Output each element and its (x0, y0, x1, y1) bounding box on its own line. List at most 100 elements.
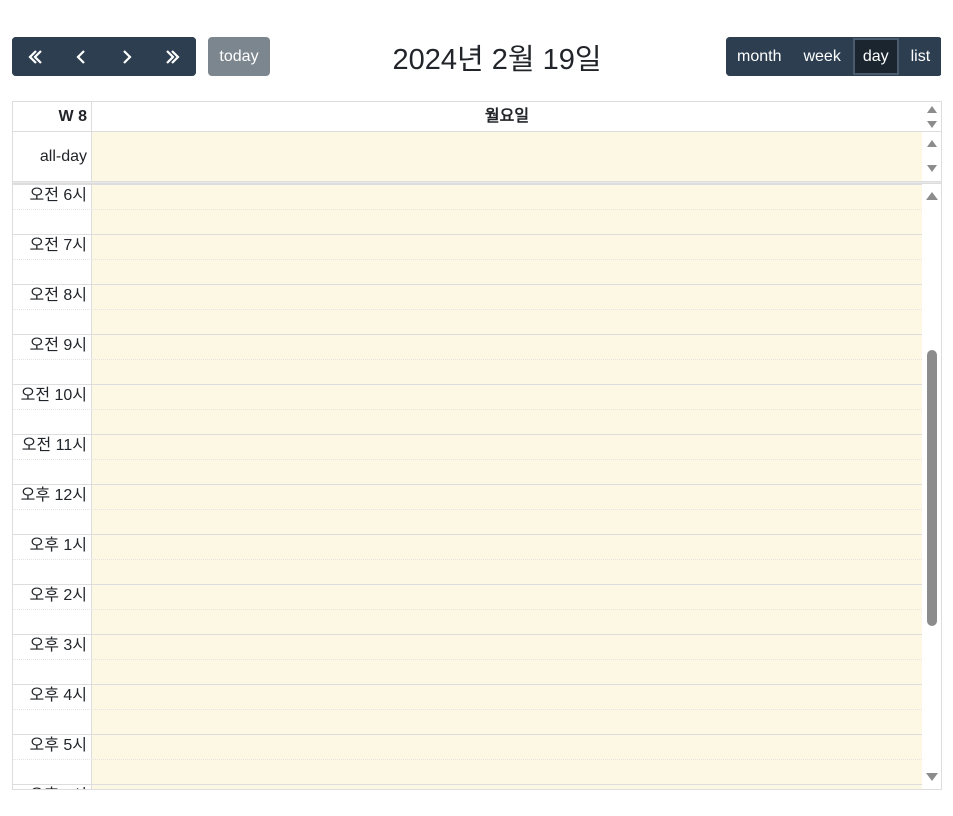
time-label: 오전 7시 (13, 235, 92, 260)
time-slot: 오후 1시 (13, 534, 922, 560)
time-label-empty (13, 610, 92, 635)
prev-year-button[interactable] (12, 37, 58, 76)
time-label: 오후 2시 (13, 585, 92, 610)
view-day-button[interactable]: day (851, 37, 900, 76)
half-hour-slot (13, 459, 922, 485)
time-label: 오후 6시 (13, 785, 92, 789)
view-list-button[interactable]: list (899, 37, 942, 76)
time-slot-lane[interactable] (92, 210, 922, 235)
nav-button-group (12, 37, 196, 76)
calendar-toolbar: today 2024년 2월 19일 month week day list (12, 37, 942, 77)
next-day-button[interactable] (104, 37, 150, 76)
scroll-down-arrow-icon[interactable] (927, 121, 937, 128)
time-slot-lane[interactable] (92, 185, 922, 210)
half-hour-slot (13, 409, 922, 435)
time-label-empty (13, 210, 92, 235)
time-label-empty (13, 460, 92, 485)
chevron-left-icon (76, 49, 85, 64)
time-slot: 오전 10시 (13, 384, 922, 410)
half-hour-slot (13, 709, 922, 735)
scroll-down-arrow-icon[interactable] (926, 773, 938, 781)
day-header[interactable]: 월요일 (92, 102, 922, 131)
time-slot-lane[interactable] (92, 635, 922, 660)
half-hour-slot (13, 659, 922, 685)
all-day-cell[interactable] (92, 132, 922, 181)
time-slot-lane[interactable] (92, 785, 922, 789)
time-label-empty (13, 760, 92, 785)
time-slot-lane[interactable] (92, 235, 922, 260)
time-label: 오전 8시 (13, 285, 92, 310)
chevron-right-icon (123, 49, 132, 64)
all-day-row: all-day (13, 132, 941, 181)
time-slot-lane[interactable] (92, 510, 922, 535)
half-hour-slot (13, 609, 922, 635)
time-label-empty (13, 410, 92, 435)
next-year-button[interactable] (150, 37, 196, 76)
time-label: 오전 11시 (13, 435, 92, 460)
time-grid-scrollbar[interactable] (923, 184, 941, 789)
scroll-up-arrow-icon[interactable] (926, 192, 938, 200)
double-chevron-right-icon (166, 49, 180, 64)
time-label: 오후 1시 (13, 535, 92, 560)
time-slot: 오후 6시 (13, 784, 922, 789)
time-label-empty (13, 360, 92, 385)
time-slot-lane[interactable] (92, 285, 922, 310)
calendar-title: 2024년 2월 19일 (392, 43, 602, 76)
time-label: 오후 4시 (13, 685, 92, 710)
view-month-button[interactable]: month (726, 37, 793, 76)
day-grid: W 8 월요일 all-day 오전 6시오전 7시오전 8시오전 9시오전 1… (12, 101, 942, 790)
half-hour-slot (13, 509, 922, 535)
half-hour-slot (13, 309, 922, 335)
time-slot-lane[interactable] (92, 560, 922, 585)
time-slot: 오전 7시 (13, 234, 922, 260)
half-hour-slot (13, 559, 922, 585)
time-label: 오후 3시 (13, 635, 92, 660)
column-header: W 8 월요일 (13, 102, 941, 132)
time-label-empty (13, 510, 92, 535)
time-slot-lane[interactable] (92, 685, 922, 710)
view-week-button[interactable]: week (792, 37, 852, 76)
time-label-empty (13, 310, 92, 335)
time-slot-lane[interactable] (92, 335, 922, 360)
time-label: 오전 9시 (13, 335, 92, 360)
time-slot-lane[interactable] (92, 710, 922, 735)
time-slot: 오전 11시 (13, 434, 922, 460)
time-slot: 오후 5시 (13, 734, 922, 760)
time-label: 오후 12시 (13, 485, 92, 510)
time-slot: 오전 8시 (13, 284, 922, 310)
time-label: 오전 10시 (13, 385, 92, 410)
time-slot: 오후 2시 (13, 584, 922, 610)
half-hour-slot (13, 259, 922, 285)
time-slot-lane[interactable] (92, 610, 922, 635)
time-slot-lane[interactable] (92, 360, 922, 385)
time-slot-lane[interactable] (92, 585, 922, 610)
prev-day-button[interactable] (58, 37, 104, 76)
time-slot-lane[interactable] (92, 310, 922, 335)
time-slot-lane[interactable] (92, 460, 922, 485)
time-slot: 오후 3시 (13, 634, 922, 660)
time-slot-lane[interactable] (92, 260, 922, 285)
time-slot-lane[interactable] (92, 485, 922, 510)
time-slot-lane[interactable] (92, 410, 922, 435)
today-button[interactable]: today (208, 37, 270, 76)
week-number: W 8 (13, 102, 92, 131)
time-label-empty (13, 710, 92, 735)
half-hour-slot (13, 759, 922, 785)
scroll-up-arrow-icon[interactable] (927, 106, 937, 113)
time-slot-lane[interactable] (92, 435, 922, 460)
time-label-empty (13, 660, 92, 685)
time-label: 오전 6시 (13, 185, 92, 210)
time-label-empty (13, 560, 92, 585)
time-slot: 오전 6시 (13, 184, 922, 210)
time-slot-lane[interactable] (92, 535, 922, 560)
time-slots: 오전 6시오전 7시오전 8시오전 9시오전 10시오전 11시오후 12시오후… (13, 184, 923, 789)
half-hour-slot (13, 359, 922, 385)
time-slot-lane[interactable] (92, 760, 922, 785)
time-slot-lane[interactable] (92, 735, 922, 760)
scroll-thumb[interactable] (927, 350, 937, 626)
time-slot: 오후 12시 (13, 484, 922, 510)
double-chevron-left-icon (28, 49, 42, 64)
time-slot-lane[interactable] (92, 660, 922, 685)
time-slot-lane[interactable] (92, 385, 922, 410)
half-hour-slot (13, 209, 922, 235)
